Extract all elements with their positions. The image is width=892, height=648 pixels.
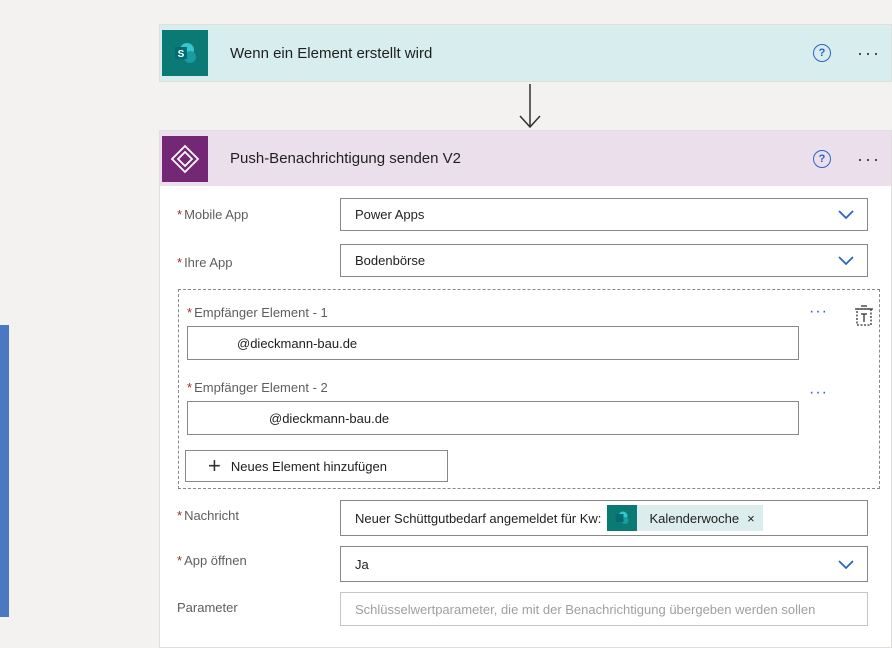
action-header[interactable]: Push-Benachrichtigung senden V2 ? ···	[160, 131, 891, 186]
action-title: Push-Benachrichtigung senden V2	[230, 150, 461, 167]
plus-icon: +	[208, 453, 221, 478]
chevron-down-icon	[838, 256, 854, 266]
trigger-header[interactable]: S Wenn ein Element erstellt wird ? ···	[160, 25, 891, 81]
left-panel-edge	[0, 325, 9, 617]
add-element-button[interactable]: + Neues Element hinzufügen	[185, 450, 448, 482]
recipient-1-label: * Empfänger Element - 1	[187, 305, 328, 320]
parameter-label: Parameter	[177, 600, 238, 615]
trigger-title: Wenn ein Element erstellt wird	[230, 44, 433, 62]
sharepoint-icon: S	[162, 30, 208, 76]
recipient-2-label: * Empfänger Element - 2	[187, 380, 328, 395]
nachricht-input[interactable]: Neuer Schüttgutbedarf angemeldet für Kw:…	[340, 500, 868, 536]
help-icon[interactable]: ?	[813, 44, 832, 62]
app-oeffnen-dropdown[interactable]: Ja	[340, 546, 868, 582]
mobile-app-dropdown[interactable]: Power Apps	[340, 198, 868, 231]
ihre-app-label: * Ihre App	[177, 255, 233, 270]
ihre-app-value: Bodenbörse	[355, 253, 426, 268]
more-options-icon[interactable]: ···	[857, 44, 881, 62]
chevron-down-icon	[838, 210, 854, 220]
app-oeffnen-value: Ja	[355, 556, 369, 572]
help-icon[interactable]: ?	[813, 149, 832, 168]
mobile-app-label: * Mobile App	[177, 207, 249, 222]
more-options-icon[interactable]: ···	[857, 150, 881, 168]
nachricht-text: Neuer Schüttgutbedarf angemeldet für Kw:	[355, 510, 602, 526]
recipient-1-input[interactable]: @dieckmann-bau.de	[187, 326, 799, 360]
recipient-2-more-icon[interactable]: ···	[809, 384, 828, 402]
recipient-2-input[interactable]: @dieckmann-bau.de	[187, 401, 799, 435]
powerapps-icon	[162, 135, 208, 182]
recipients-array: * Empfänger Element - 1 ··· @dieckmann-ba…	[178, 289, 880, 489]
recipient-1-more-icon[interactable]: ···	[809, 303, 828, 321]
app-oeffnen-label: * App öffnen	[177, 553, 247, 568]
kalenderwoche-token[interactable]: Kalenderwoche ×	[607, 505, 763, 531]
action-card[interactable]: Push-Benachrichtigung senden V2 ? ··· * M…	[159, 130, 892, 648]
sharepoint-icon	[607, 505, 638, 531]
flow-arrow-icon	[519, 84, 541, 129]
token-label: Kalenderwoche	[649, 510, 740, 526]
chevron-down-icon	[838, 560, 854, 570]
recipient-2-value: @dieckmann-bau.de	[269, 410, 390, 426]
parameter-placeholder: Schlüsselwertparameter, die mit der Bena…	[355, 601, 816, 617]
mobile-app-value: Power Apps	[355, 207, 425, 222]
parameter-input[interactable]: Schlüsselwertparameter, die mit der Bena…	[340, 592, 868, 626]
add-element-label: Neues Element hinzufügen	[230, 458, 387, 474]
nachricht-label: * Nachricht	[177, 508, 239, 523]
ihre-app-dropdown[interactable]: Bodenbörse	[340, 244, 868, 277]
trigger-card[interactable]: S Wenn ein Element erstellt wird ? ···	[159, 24, 892, 82]
recipient-1-value: @dieckmann-bau.de	[237, 335, 358, 351]
token-remove-icon[interactable]: ×	[747, 511, 763, 526]
svg-text:S: S	[178, 49, 185, 60]
delete-icon[interactable]	[854, 305, 874, 327]
